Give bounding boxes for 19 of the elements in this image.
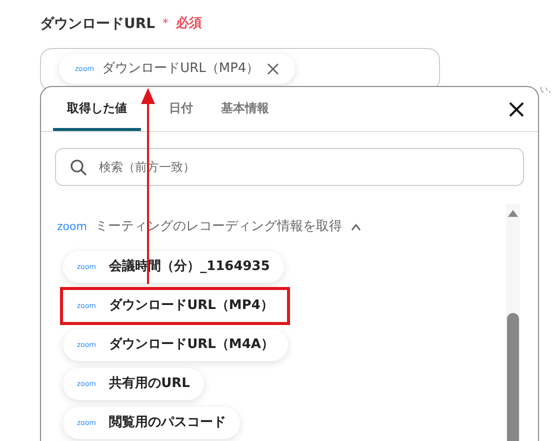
tab[interactable]: 取得した値: [53, 87, 141, 131]
search-icon: [70, 158, 87, 176]
required-mark: ＊: [159, 15, 172, 34]
zoom-logo: zoom: [57, 218, 87, 235]
item-text: 閲覧用のパスコード: [109, 414, 226, 432]
scrollbar-thumb[interactable]: [507, 312, 519, 441]
item-text: ダウンロードURL（M4A）: [109, 336, 274, 354]
chip-text: ダウンロードURL（MP4）: [102, 60, 260, 78]
background-text: い。: [540, 84, 556, 96]
close-icon[interactable]: [509, 102, 524, 116]
group-title: ミーティングのレコーディング情報を取得: [94, 218, 342, 236]
item-text: 共有用のURL: [109, 375, 190, 394]
remove-icon[interactable]: [267, 63, 280, 75]
collapse-icon[interactable]: [350, 223, 362, 231]
scrollbar[interactable]: [506, 204, 520, 441]
item-text: ダウンロードURL（MP4）: [109, 297, 274, 316]
scroll-up-icon[interactable]: [507, 210, 519, 217]
required-text: 必須: [176, 14, 202, 34]
field-label: ダウンロードURL: [40, 14, 156, 34]
